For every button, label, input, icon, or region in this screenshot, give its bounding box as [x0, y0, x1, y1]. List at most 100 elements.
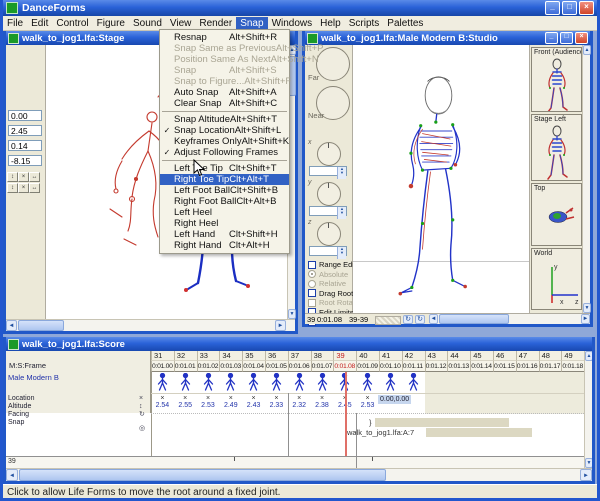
menu-item-sound[interactable]: Sound [129, 17, 166, 30]
keyframe-cell[interactable] [470, 372, 493, 394]
studio-window[interactable]: walk_to_jog1.lfa:Male Modern B:Studio _ … [302, 31, 593, 327]
snap-menu-item[interactable]: Position Same As NextAlt+Shift+N [160, 54, 289, 65]
snap-menu-item[interactable]: SnapAlt+Shift+S [160, 65, 289, 76]
snap-menu-item[interactable]: Snap to Figure...Alt+Shift+F [160, 76, 289, 87]
keyframe-cell[interactable] [311, 372, 334, 394]
keyframe-cell[interactable] [242, 372, 265, 394]
snap-menu-item[interactable]: Right HandClt+Alt+H [160, 240, 289, 251]
snap-menu-item[interactable]: Snap Same as PreviousAlt+Shift+P [160, 43, 289, 54]
value-cell[interactable] [447, 394, 470, 414]
score-column-43[interactable]: 430:01.12 [425, 351, 448, 413]
value-cell[interactable] [425, 394, 448, 414]
scroll-left-icon[interactable]: ◄ [429, 314, 438, 324]
snap-menu-item[interactable]: Snap AltitudeAlt+Shift+T [160, 114, 289, 125]
score-window[interactable]: walk_to_jog1.lfa:Score M:S:Frame Male Mo… [3, 337, 595, 484]
value-cell[interactable]: ×2.53 [197, 394, 220, 414]
axis-rotation-dial[interactable] [317, 222, 341, 246]
snap-menu-item[interactable]: Left Heel [160, 207, 289, 218]
snap-menu-item[interactable]: Left Toe TipClt+Shift+T [160, 163, 289, 174]
keyframe-cell[interactable] [151, 372, 174, 394]
score-column-49[interactable]: 490:01.18 [561, 351, 584, 413]
keyframe-cell[interactable] [356, 372, 379, 394]
value-cell[interactable]: ×2.43 [242, 394, 265, 414]
option-range-edit[interactable]: Range Edit [308, 260, 356, 269]
menu-item-render[interactable]: Render [195, 17, 236, 30]
score-column-45[interactable]: 450:01.14 [470, 351, 493, 413]
score-horizontal-scrollbar[interactable]: ◄ ► [6, 468, 592, 481]
score-column-33[interactable]: 330:01.02×2.53 [197, 351, 220, 413]
menu-item-view[interactable]: View [166, 17, 196, 30]
value-cell[interactable] [561, 394, 584, 414]
keyframe-cell[interactable] [174, 372, 197, 394]
view-thumbnail-top[interactable]: Top [531, 183, 582, 246]
value-cell[interactable]: ×2.38 [311, 394, 334, 414]
snap-menu-item[interactable]: Keyframes OnlyAlt+Shift+K [160, 136, 289, 147]
scroll-left-icon[interactable]: ◄ [6, 469, 18, 481]
scroll-left-icon[interactable]: ◄ [6, 320, 17, 331]
keyframe-cell[interactable] [425, 372, 448, 394]
menu-item-snap[interactable]: Snap [236, 17, 267, 30]
stage-coordinate-field[interactable]: 0.14 [8, 140, 42, 151]
drag-handle[interactable] [375, 316, 401, 325]
stage-tool-button[interactable]: × [18, 172, 29, 182]
keyframe-cell[interactable] [539, 372, 562, 394]
keyframe-cell[interactable] [402, 372, 425, 394]
loop-icon[interactable]: ↻ [403, 315, 413, 324]
score-column-35[interactable]: 350:01.04×2.43 [242, 351, 265, 413]
score-column-34[interactable]: 340:01.03×2.49 [219, 351, 242, 413]
score-column-31[interactable]: 310:01.00×2.54 [151, 351, 174, 413]
snap-menu-item[interactable]: ✓Snap LocationAlt+Shift+L [160, 125, 289, 136]
score-vertical-scrollbar[interactable]: ▲ ▼ [584, 351, 592, 468]
snap-menu-item[interactable]: Left HandClt+Shift+H [160, 229, 289, 240]
stage-coordinate-field[interactable]: 2.45 [8, 125, 42, 136]
scroll-right-icon[interactable]: ► [275, 320, 286, 331]
stage-tool-button[interactable]: ↕ [7, 183, 18, 193]
spinner-down-icon[interactable]: ▼ [337, 251, 346, 259]
close-icon[interactable]: × [579, 1, 594, 15]
value-cell[interactable]: ×2.53 [356, 394, 379, 414]
snap-menu-item[interactable]: Right Heel [160, 218, 289, 229]
annotation-text[interactable]: walk_to_jog1.lfa:A:7 [347, 428, 414, 437]
playhead[interactable] [345, 372, 347, 456]
minimize-icon[interactable]: _ [545, 1, 560, 15]
snap-menu-item[interactable]: Right Foot BallClt+Alt+B [160, 196, 289, 207]
keyframe-cell[interactable] [516, 372, 539, 394]
menu-item-control[interactable]: Control [52, 17, 92, 30]
score-column-44[interactable]: 440:01.13 [447, 351, 470, 413]
value-cell[interactable] [539, 394, 562, 414]
spinner-down-icon[interactable]: ▼ [337, 171, 346, 179]
minimize-icon[interactable]: _ [545, 32, 558, 44]
score-column-38[interactable]: 380:01.07×2.38 [311, 351, 334, 413]
keyframe-cell[interactable] [447, 372, 470, 394]
snap-menu-item[interactable]: Auto SnapAlt+Shift+A [160, 87, 289, 98]
option-relative[interactable]: Relative [308, 279, 346, 288]
snap-menu-item[interactable]: ResnapAlt+Shift+R [160, 32, 289, 43]
scroll-right-icon[interactable]: ► [580, 469, 592, 481]
value-cell[interactable] [470, 394, 493, 414]
axis-rotation-dial[interactable] [317, 182, 341, 206]
stage-tool-button[interactable]: ↔ [29, 172, 40, 182]
score-column-40[interactable]: 400:01.09×2.53 [356, 351, 379, 413]
menu-item-edit[interactable]: Edit [27, 17, 52, 30]
keyframe-cell[interactable] [379, 372, 402, 394]
scroll-up-icon[interactable]: ▲ [583, 45, 591, 55]
score-column-36[interactable]: 360:01.05×2.33 [265, 351, 288, 413]
scroll-down-icon[interactable]: ▼ [583, 303, 591, 313]
option-root-rotate[interactable]: Root Rotate [308, 298, 359, 307]
score-titlebar[interactable]: walk_to_jog1.lfa:Score [6, 337, 592, 351]
value-cell[interactable]: ×2.33 [265, 394, 288, 414]
maximize-icon[interactable]: □ [562, 1, 577, 15]
view-thumbnail-front-audience-[interactable]: Front (Audience) [531, 47, 582, 112]
menu-item-help[interactable]: Help [316, 17, 345, 30]
keyframe-cell[interactable] [265, 372, 288, 394]
checkbox-icon[interactable] [308, 289, 316, 297]
maximize-icon[interactable]: □ [560, 32, 573, 44]
view-thumbnail-stage-left[interactable]: Stage Left [531, 114, 582, 181]
option-absolute[interactable]: Absolute [308, 270, 348, 279]
snap-menu-item[interactable]: Clear SnapAlt+Shift+C [160, 98, 289, 109]
keyframe-cell[interactable] [561, 372, 584, 394]
close-icon[interactable]: × [575, 32, 588, 44]
radio-icon[interactable] [308, 270, 316, 278]
snap-menu-item[interactable]: ✓Adjust Following Frames [160, 147, 289, 158]
menu-item-palettes[interactable]: Palettes [383, 17, 427, 30]
